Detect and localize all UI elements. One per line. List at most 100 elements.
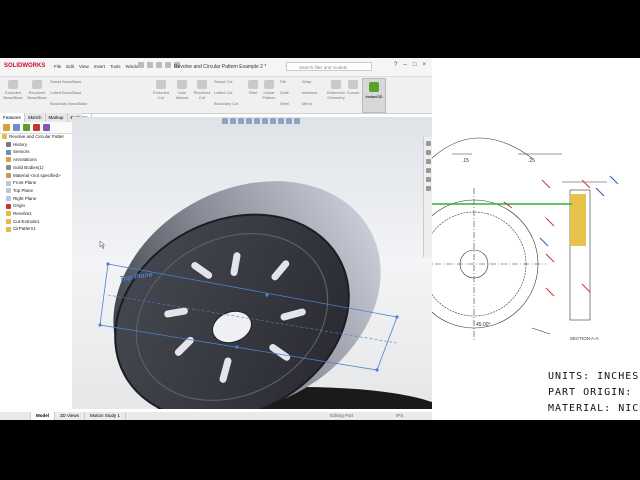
tab-motion-study[interactable]: Motion Study 1: [85, 412, 126, 420]
tree-item-0[interactable]: Revolve and Circular Patter: [2, 134, 64, 140]
fillet-icon: [248, 80, 258, 89]
units-status[interactable]: IPS: [396, 413, 403, 418]
property-manager-icon[interactable]: [13, 124, 20, 131]
tree-item-label: Cut-Extrude1: [13, 218, 40, 224]
menu-tools[interactable]: Tools: [110, 64, 121, 69]
print-icon[interactable]: [165, 62, 171, 68]
plane-handle[interactable]: [106, 262, 110, 266]
wrap-button[interactable]: Wrap: [302, 79, 326, 84]
dimension-015: .15: [462, 158, 469, 164]
revolve-icon: [32, 80, 42, 89]
boundary-cut-button[interactable]: Boundary Cut: [214, 101, 246, 106]
instant3d-button[interactable]: Instant3D: [362, 78, 386, 113]
linear-pattern-button[interactable]: Linear Pattern: [260, 80, 278, 100]
file-explorer-icon[interactable]: [425, 159, 431, 164]
tab-model[interactable]: Model: [31, 412, 55, 420]
view-palette-icon[interactable]: [425, 168, 431, 173]
plane-handle[interactable]: [265, 293, 269, 297]
close-icon[interactable]: ×: [422, 62, 426, 68]
units-note: UNITS: INCHES: [548, 371, 640, 382]
tree-item-label: Right Plane: [13, 195, 37, 201]
plane-handle[interactable]: [375, 368, 379, 372]
minimize-icon[interactable]: –: [404, 62, 407, 68]
menu-insert[interactable]: Insert: [94, 64, 105, 69]
tree-item-1[interactable]: History: [6, 142, 27, 148]
fillet-button[interactable]: Fillet: [246, 80, 260, 95]
revolved-cut-button[interactable]: Revolved Cut: [192, 80, 212, 100]
appearances-icon[interactable]: [425, 177, 431, 182]
menu-view[interactable]: View: [79, 64, 89, 69]
tab-3d-views[interactable]: 3D Views: [55, 412, 85, 420]
plane-handle[interactable]: [395, 315, 399, 319]
new-icon[interactable]: [138, 62, 144, 68]
resources-icon[interactable]: [425, 141, 431, 146]
document-title: Revolve and Circular Pattern Example 2 *: [174, 64, 267, 70]
mirror-button[interactable]: Mirror: [302, 101, 326, 106]
tree-item-10[interactable]: Revolve1: [6, 211, 32, 217]
design-library-icon[interactable]: [425, 150, 431, 155]
hole-wizard-button[interactable]: Hole Wizard: [172, 80, 192, 100]
tab-sketch[interactable]: Sketch: [25, 113, 46, 122]
tree-item-5[interactable]: Material <not specified>: [6, 173, 61, 179]
solidworks-logo[interactable]: SOLIDWORKS: [4, 63, 45, 69]
title-bar: SOLIDWORKS File Edit View Insert Tools W…: [0, 58, 432, 77]
custom-properties-icon[interactable]: [425, 186, 431, 191]
reference-geometry-button[interactable]: Reference Geometry: [326, 80, 346, 100]
revolved-cut-icon: [197, 80, 207, 89]
rib-button[interactable]: Rib: [280, 79, 300, 84]
lofted-boss-button[interactable]: Lofted Boss/Base: [50, 90, 98, 95]
tree-item-11[interactable]: Cut-Extrude1: [6, 219, 40, 225]
feature-tree-icon[interactable]: [3, 124, 10, 131]
maximize-icon[interactable]: □: [413, 62, 417, 68]
display-manager-icon[interactable]: [43, 124, 50, 131]
extruded-cut-button[interactable]: Extruded Cut: [150, 80, 172, 100]
tree-item-label: Origin: [13, 203, 26, 209]
configuration-manager-icon[interactable]: [23, 124, 30, 131]
instant3d-icon: [369, 82, 379, 92]
annotation-icon: [6, 157, 11, 163]
window-controls: ? – □ ×: [394, 62, 426, 68]
graphics-area[interactable]: Top Plane: [72, 117, 432, 409]
menu-file[interactable]: File: [54, 64, 61, 69]
draft-button[interactable]: Draft: [280, 90, 300, 95]
help-icon[interactable]: ?: [394, 62, 397, 68]
plane-icon: [6, 195, 11, 201]
tab-markup[interactable]: Markup: [46, 113, 68, 122]
extruded-boss-button[interactable]: Extruded Boss/Base: [2, 80, 24, 100]
curves-icon: [348, 80, 358, 89]
shell-button[interactable]: Shell: [280, 101, 300, 106]
tree-item-4[interactable]: Solid Bodies(1): [6, 165, 44, 171]
revolved-boss-button[interactable]: Revolved Boss/Base: [26, 80, 48, 100]
curves-button[interactable]: Curves: [346, 80, 360, 95]
plane-handle[interactable]: [235, 345, 239, 349]
drawing-sketch: [432, 137, 619, 340]
menu-edit[interactable]: Edit: [66, 64, 74, 69]
search-input[interactable]: Search files and models: [286, 62, 372, 71]
lofted-cut-button[interactable]: Lofted Cut: [214, 90, 246, 95]
swept-boss-button[interactable]: Swept Boss/Base: [50, 79, 98, 84]
open-icon[interactable]: [147, 62, 153, 68]
tree-item-8[interactable]: Right Plane: [6, 196, 36, 202]
tree-item-9[interactable]: Origin: [6, 203, 25, 209]
solidworks-window: SOLIDWORKS File Edit View Insert Tools W…: [0, 58, 432, 420]
reference-geometry-icon: [331, 80, 341, 89]
intersect-button[interactable]: Intersect: [302, 90, 326, 95]
hole-wizard-icon: [177, 80, 187, 89]
feature-manager-toolbar: [0, 122, 82, 134]
tree-item-12[interactable]: CirPattern1: [6, 226, 36, 232]
3d-model[interactable]: Top Plane: [72, 117, 432, 409]
save-icon[interactable]: [156, 62, 162, 68]
tree-item-3[interactable]: Annotations: [6, 157, 37, 163]
tree-item-7[interactable]: Top Plane: [6, 188, 33, 194]
plane-handle[interactable]: [98, 323, 102, 327]
swept-cut-button[interactable]: Swept Cut: [214, 79, 246, 84]
tree-item-label: CirPattern1: [13, 226, 36, 232]
tree-item-label: Material <not specified>: [13, 172, 61, 178]
tree-item-2[interactable]: Sensors: [6, 149, 30, 155]
tree-item-label: Solid Bodies(1): [13, 164, 44, 170]
tab-features[interactable]: Features: [0, 113, 25, 122]
dimxpert-icon[interactable]: [33, 124, 40, 131]
boundary-boss-button[interactable]: Boundary Boss/Base: [50, 101, 98, 106]
section-label: SECTION A-A: [570, 336, 599, 341]
tree-item-6[interactable]: Front Plane: [6, 180, 36, 186]
